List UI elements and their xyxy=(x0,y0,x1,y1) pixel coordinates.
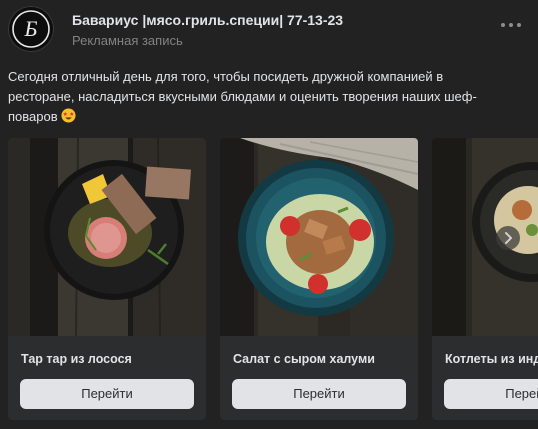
community-avatar[interactable]: Б xyxy=(8,6,54,52)
turkey-cutlets-photo xyxy=(432,138,538,336)
card-go-button[interactable]: Перейти xyxy=(20,379,194,409)
star-struck-emoji-icon xyxy=(61,108,76,123)
ad-label: Рекламная запись xyxy=(72,33,183,48)
chevron-right-icon xyxy=(505,232,512,244)
card-go-button[interactable]: Перейти xyxy=(232,379,406,409)
dot-icon xyxy=(509,23,513,27)
card-title: Тар тар из лосося xyxy=(21,352,132,366)
salmon-tartare-photo xyxy=(8,138,206,336)
community-name[interactable]: Бавариус |мясо.гриль.специи| 77-13-23 xyxy=(72,12,343,28)
card-title: Котлеты из инд xyxy=(445,352,538,366)
post-text-body: Сегодня отличный день для того, чтобы по… xyxy=(8,69,477,124)
post-header: Б Бавариус |мясо.гриль.специи| 77-13-23 … xyxy=(8,6,538,52)
halloumi-salad-photo xyxy=(220,138,418,336)
carousel-card[interactable]: Тар тар из лосося Перейти xyxy=(8,138,206,420)
dot-icon xyxy=(517,23,521,27)
product-carousel[interactable]: Тар тар из лосося Перейти Салат с сыром … xyxy=(8,138,538,429)
ad-post: Б Бавариус |мясо.гриль.специи| 77-13-23 … xyxy=(0,0,538,429)
card-go-button[interactable]: Перейти xyxy=(444,379,538,409)
logo-icon: Б xyxy=(12,10,50,48)
more-options-button[interactable] xyxy=(500,18,522,32)
dot-icon xyxy=(501,23,505,27)
carousel-next-button[interactable] xyxy=(496,226,520,250)
post-text: Сегодня отличный день для того, чтобы по… xyxy=(8,67,508,127)
card-title: Салат с сыром халуми xyxy=(233,352,375,366)
carousel-card[interactable]: Салат с сыром халуми Перейти xyxy=(220,138,418,420)
carousel-card[interactable]: Котлеты из инд Перейти xyxy=(432,138,538,420)
svg-text:Б: Б xyxy=(24,16,38,41)
